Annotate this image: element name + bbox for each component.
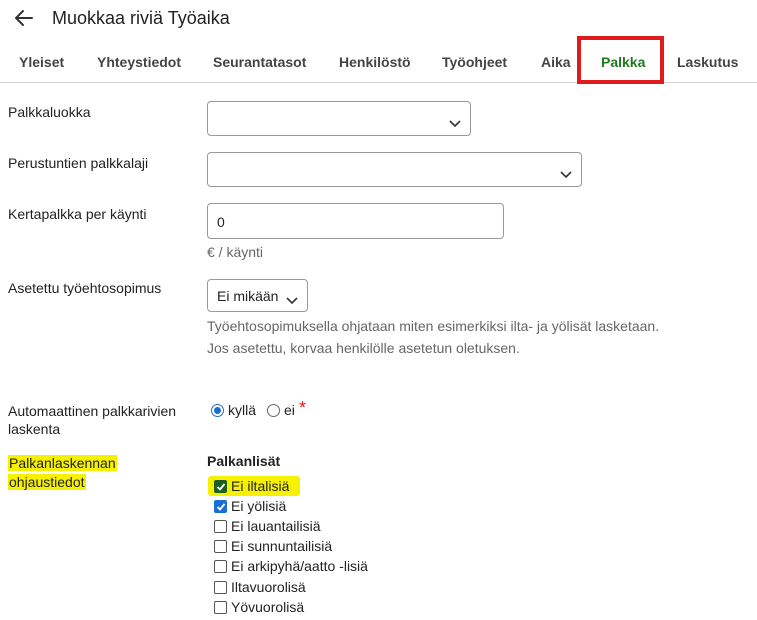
kertapalkka-value: 0 bbox=[217, 214, 225, 230]
radio-ei-label: ei bbox=[284, 402, 295, 418]
checkbox-iltavuorolisa[interactable] bbox=[214, 581, 227, 594]
checkbox-ei-yolisia[interactable] bbox=[214, 500, 227, 513]
tab-yleiset[interactable]: Yleiset bbox=[19, 38, 64, 83]
palkkaluokka-label: Palkkaluokka bbox=[8, 104, 91, 120]
checkbox-label: Ei sunnuntailisiä bbox=[231, 538, 333, 554]
tab-highlight-box bbox=[577, 36, 664, 84]
required-mark: * bbox=[299, 398, 307, 418]
automaattinen-label-2: laskenta bbox=[8, 421, 61, 437]
tyoehtosopimus-value: Ei mikään bbox=[217, 288, 279, 304]
tab-henkilosto[interactable]: Henkilöstö bbox=[339, 38, 411, 83]
palkanlisat-title: Palkanlisät bbox=[207, 453, 281, 469]
tab-tyoohjeet[interactable]: Työohjeet bbox=[442, 38, 507, 83]
ohjaustiedot-label-1-text: Palkanlaskennan bbox=[8, 455, 117, 471]
checkbox-label: Yövuorolisä bbox=[231, 599, 305, 615]
tab-seurantatasot[interactable]: Seurantatasot bbox=[213, 38, 306, 83]
radio-ei[interactable] bbox=[267, 404, 280, 417]
page-title: Muokkaa riviä Työaika bbox=[52, 8, 230, 28]
ohjaustiedot-label-2-text: ohjaustiedot bbox=[8, 474, 86, 490]
kertapalkka-label: Kertapalkka per käynti bbox=[8, 206, 147, 222]
tab-yhteystiedot[interactable]: Yhteystiedot bbox=[97, 38, 181, 83]
palkkalaji-select[interactable] bbox=[207, 152, 582, 187]
tyoehtosopimus-select[interactable]: Ei mikään bbox=[207, 279, 308, 312]
checkbox-label: Ei arkipyhä/aatto -lisiä bbox=[231, 558, 368, 574]
chevron-down-icon bbox=[286, 292, 298, 305]
automaattinen-label-1: Automaattinen palkkarivien bbox=[8, 403, 177, 419]
checkbox-ei-iltalisia[interactable] bbox=[214, 480, 227, 493]
palkkaluokka-select[interactable] bbox=[207, 101, 471, 136]
checkbox-label: Ei lauantailisiä bbox=[231, 518, 321, 534]
checkbox-label: Iltavuorolisä bbox=[231, 579, 306, 595]
checkbox-ei-sunnuntailisia[interactable] bbox=[214, 540, 227, 553]
arrow-left-icon[interactable] bbox=[12, 6, 36, 30]
tyoehtosopimus-label: Asetettu työehtosopimus bbox=[8, 280, 162, 296]
tab-laskutus[interactable]: Laskutus bbox=[677, 38, 738, 83]
radio-kylla[interactable] bbox=[211, 404, 224, 417]
ohjaustiedot-label-1: Palkanlaskennan bbox=[8, 454, 117, 472]
palkkalaji-label: Perustuntien palkkalaji bbox=[8, 155, 149, 171]
kertapalkka-unit: € / käynti bbox=[207, 244, 264, 260]
chevron-down-icon bbox=[560, 166, 572, 179]
checkbox-ei-lauantailisia[interactable] bbox=[214, 520, 227, 533]
radio-kylla-label: kyllä bbox=[228, 402, 257, 418]
checkbox-ei-arkipyha[interactable] bbox=[214, 560, 227, 573]
tyoehtosopimus-help-2: Jos asetettu, korvaa henkilölle asetetun… bbox=[207, 340, 520, 356]
tab-aika[interactable]: Aika bbox=[541, 38, 571, 83]
checkbox-label: Ei iltalisiä bbox=[231, 478, 290, 494]
checkbox-label: Ei yölisiä bbox=[231, 498, 287, 514]
chevron-down-icon bbox=[449, 115, 461, 128]
ohjaustiedot-label-2: ohjaustiedot bbox=[8, 473, 86, 491]
tyoehtosopimus-help-1: Työehtosopimuksella ohjataan miten esime… bbox=[207, 318, 660, 334]
kertapalkka-input[interactable]: 0 bbox=[207, 203, 504, 239]
checkbox-yovuorolisa[interactable] bbox=[214, 601, 227, 614]
page-header: Muokkaa riviä Työaika bbox=[0, 0, 757, 38]
